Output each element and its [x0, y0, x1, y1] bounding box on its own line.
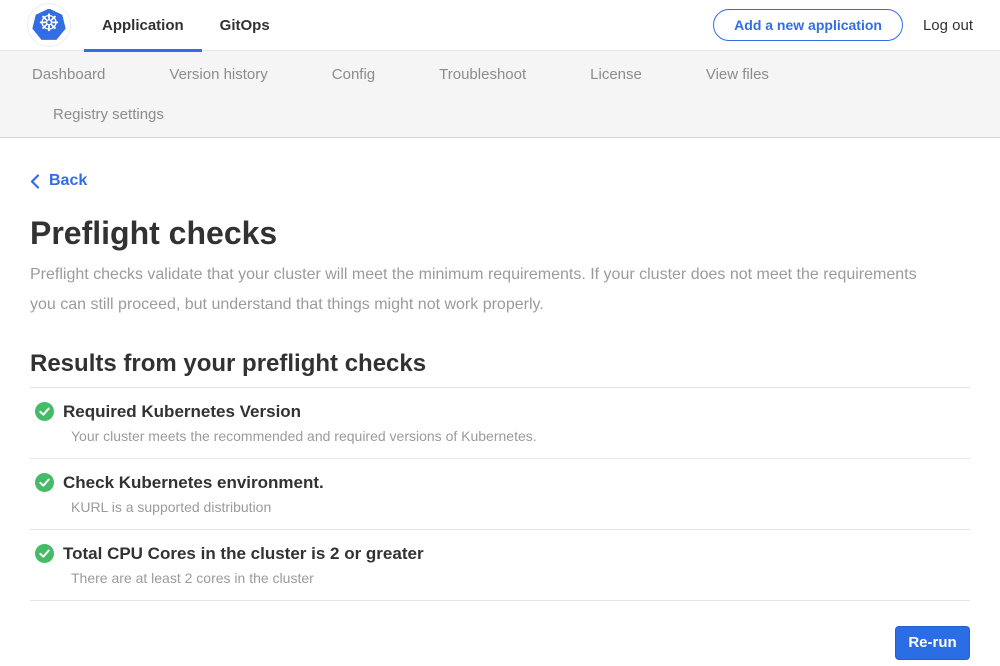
chevron-left-icon — [30, 174, 40, 189]
preflight-check-row: Required Kubernetes Version Your cluster… — [30, 387, 970, 458]
tab-gitops-label: GitOps — [220, 17, 270, 34]
logout-link[interactable]: Log out — [923, 17, 973, 34]
page-title: Preflight checks — [30, 215, 970, 252]
back-link[interactable]: Back — [30, 171, 87, 191]
check-message: KURL is a supported distribution — [30, 499, 970, 516]
preflight-check-row: Check Kubernetes environment. KURL is a … — [30, 458, 970, 529]
check-message: Your cluster meets the recommended and r… — [30, 428, 970, 445]
preflight-results-list: Required Kubernetes Version Your cluster… — [30, 387, 970, 601]
check-pass-icon — [35, 544, 54, 563]
subnav-row-1: Dashboard Version history Config Trouble… — [32, 65, 1000, 85]
subnav-row-2: Registry settings — [32, 105, 1000, 125]
check-message: There are at least 2 cores in the cluste… — [30, 570, 970, 587]
subnav-item-view-files[interactable]: View files — [706, 65, 769, 85]
back-link-label: Back — [49, 171, 87, 191]
top-header: ☸ Application GitOps Add a new applicati… — [0, 0, 1000, 51]
kubernetes-logo: ☸ — [27, 3, 71, 47]
subnav-item-version-history[interactable]: Version history — [169, 65, 267, 85]
preflight-check-row: Total CPU Cores in the cluster is 2 or g… — [30, 529, 970, 600]
subnav-item-config[interactable]: Config — [332, 65, 375, 85]
helm-wheel-glyph: ☸ — [38, 12, 60, 36]
active-tab-indicator — [84, 49, 202, 52]
header-right: Add a new application Log out — [713, 9, 1000, 41]
subnav-item-troubleshoot[interactable]: Troubleshoot — [439, 65, 526, 85]
subnav-item-license[interactable]: License — [590, 65, 642, 85]
results-heading: Results from your preflight checks — [30, 350, 970, 378]
tab-application[interactable]: Application — [84, 0, 202, 51]
tab-gitops[interactable]: GitOps — [202, 0, 288, 51]
check-title: Check Kubernetes environment. — [63, 473, 324, 493]
header-tabs: Application GitOps — [84, 0, 288, 51]
check-pass-icon — [35, 402, 54, 421]
check-title: Required Kubernetes Version — [63, 402, 301, 422]
subnav-item-registry-settings[interactable]: Registry settings — [53, 105, 164, 125]
kubernetes-helm-icon: ☸ — [32, 9, 66, 42]
check-pass-icon — [35, 473, 54, 492]
add-new-application-button[interactable]: Add a new application — [713, 9, 903, 41]
actions-bar: Re-run — [30, 626, 970, 660]
subnav-item-dashboard[interactable]: Dashboard — [32, 65, 105, 85]
app-subnav: Dashboard Version history Config Trouble… — [0, 51, 1000, 138]
main-content: Back Preflight checks Preflight checks v… — [0, 138, 1000, 660]
tab-application-label: Application — [102, 17, 184, 34]
page-description: Preflight checks validate that your clus… — [30, 260, 942, 320]
rerun-button[interactable]: Re-run — [895, 626, 970, 660]
check-title: Total CPU Cores in the cluster is 2 or g… — [63, 544, 424, 564]
